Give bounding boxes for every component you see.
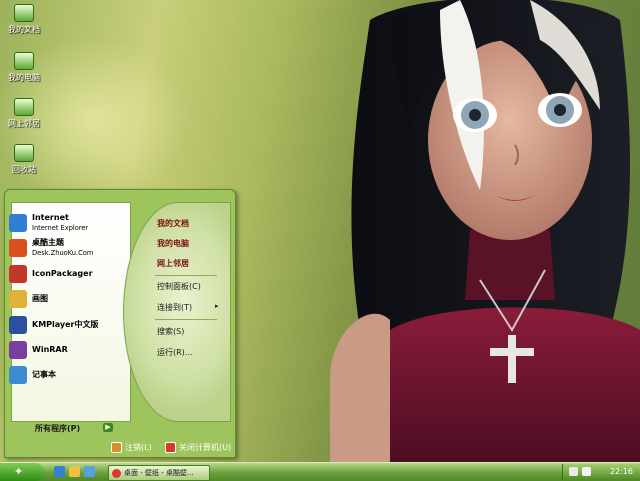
place-connect-to[interactable]: 连接到(T) [157,302,192,313]
start-menu-programs-pane [11,202,131,422]
program-zhuoku-theme[interactable]: 桌酷主题 Desk.ZhuoKu.Com [9,237,93,259]
ie-icon [9,214,27,232]
start-button[interactable]: ✦ [0,463,44,481]
browser-icon [112,468,121,478]
program-kmplayer[interactable]: KMPlayer中文版 [9,314,99,336]
logoff-button[interactable]: 注销(L) [111,442,152,453]
logoff-icon [111,442,122,453]
kmplayer-icon [9,316,27,334]
program-notepad[interactable]: 记事本 [9,364,56,386]
tray-volume-icon[interactable] [582,467,591,476]
power-icon [165,442,176,453]
program-winrar[interactable]: WinRAR [9,339,68,361]
desktop-icon-my-computer[interactable]: 我的电脑 [4,52,44,83]
desktop-icon-my-documents[interactable]: 我的文档 [4,4,44,35]
my-documents-icon [14,4,34,22]
wallpaper-doll-image [330,0,640,462]
paint-icon [9,290,27,308]
zhuoku-icon [9,239,27,257]
start-icon: ✦ [14,465,24,478]
winrar-icon [9,341,27,359]
desktop: 我的文档 我的电脑 网上邻居 回收站 Internet Internet Expl… [0,0,640,462]
my-computer-icon [14,52,34,70]
place-control-panel[interactable]: 控制面板(C) [157,281,201,292]
place-my-documents[interactable]: 我的文档 [157,218,189,229]
network-places-icon [14,98,34,116]
desktop-icon-network-places[interactable]: 网上邻居 [4,98,44,129]
start-menu: Internet Internet Explorer 桌酷主题 Desk.ZhuoK… [4,189,236,458]
submenu-arrow-icon: ▸ [215,302,219,310]
quicklaunch-ie-icon[interactable] [54,466,65,477]
place-run[interactable]: 运行(R)... [157,347,192,358]
program-iconpackager[interactable]: IconPackager [9,263,93,285]
recycle-bin-icon [14,144,34,162]
program-internet-explorer[interactable]: Internet Internet Explorer [9,212,88,234]
quicklaunch-desktop-icon[interactable] [84,466,95,477]
system-tray: 22:16 [562,464,640,480]
place-search[interactable]: 搜索(S) [157,326,184,337]
all-programs-button[interactable]: 所有程序(P) [35,423,80,434]
notepad-icon [9,366,27,384]
tray-network-icon[interactable] [569,467,578,476]
arrow-right-icon: ▶ [103,423,113,432]
shutdown-button[interactable]: 关闭计算机(U) [165,442,231,453]
desktop-icon-recycle-bin[interactable]: 回收站 [4,144,44,175]
taskbar-window-button[interactable]: 桌面 - 壁纸 - 桌酷壁... [108,465,210,481]
place-my-computer[interactable]: 我的电脑 [157,238,189,249]
places-divider [155,319,217,320]
place-network-places[interactable]: 网上邻居 [157,258,189,269]
quicklaunch-folder-icon[interactable] [69,466,80,477]
taskbar: ✦ 桌面 - 壁纸 - 桌酷壁... 22:16 [0,462,640,481]
clock: 22:16 [609,467,633,476]
program-paint[interactable]: 画图 [9,288,48,310]
iconpackager-icon [9,265,27,283]
places-divider [155,275,217,276]
